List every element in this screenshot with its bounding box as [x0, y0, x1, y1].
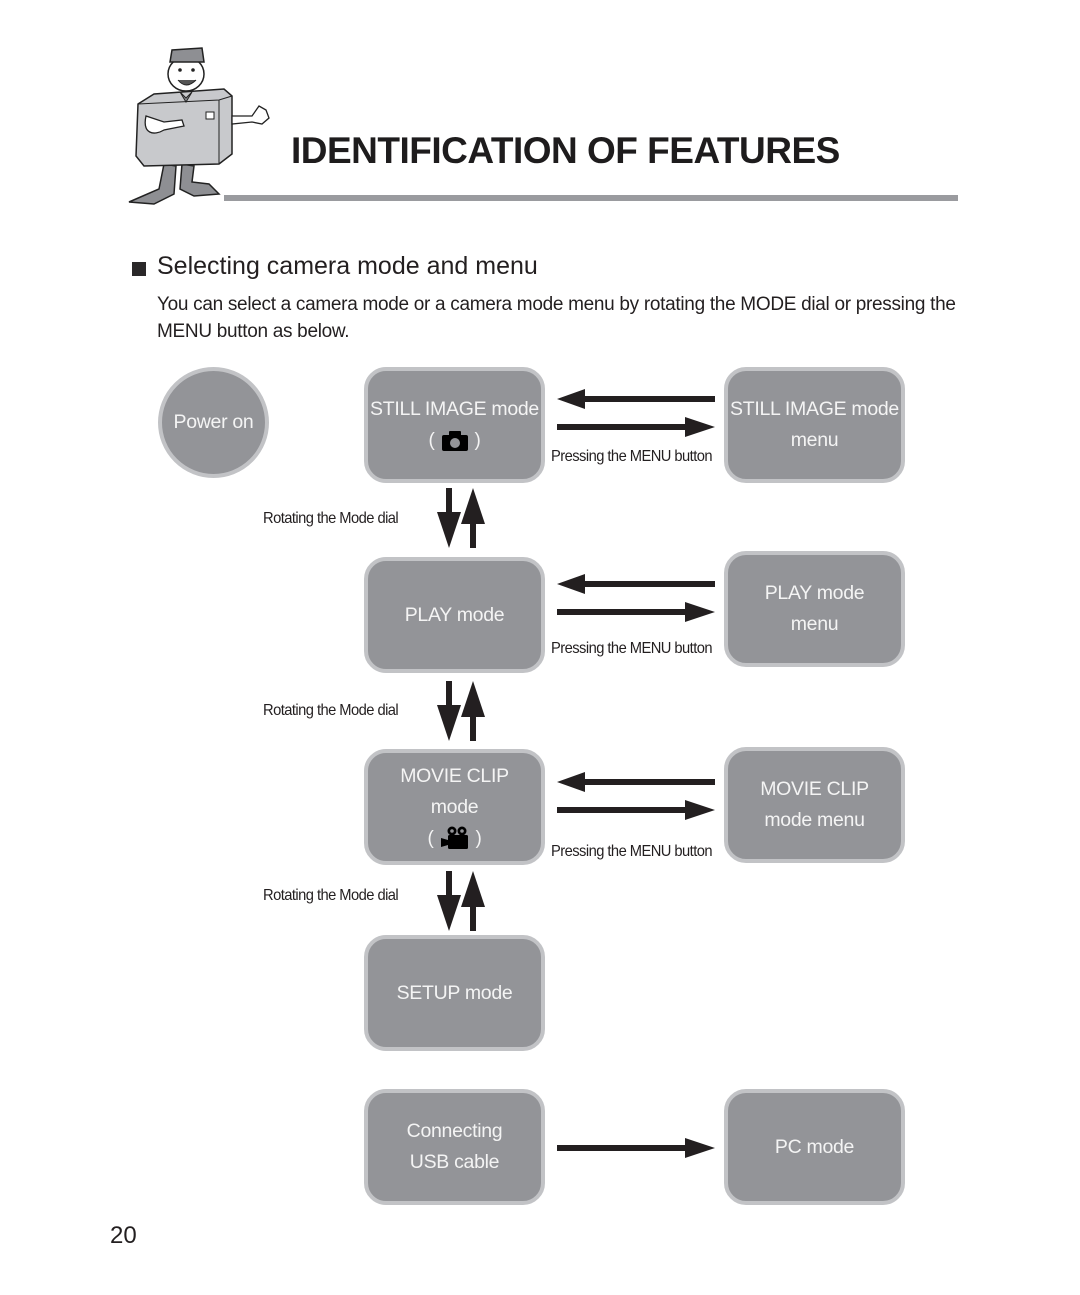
movie-camera-icon [440, 826, 468, 849]
still-image-menu-label-1: STILL IMAGE mode [730, 398, 899, 420]
arrow-left-head [557, 389, 585, 409]
paren-open: ( [428, 430, 435, 451]
menu-arrows-still [557, 389, 715, 437]
section-heading: Selecting camera mode and menu [157, 252, 538, 280]
arrow-right-head [685, 417, 715, 437]
play-menu-box: PLAY mode menu [724, 551, 905, 667]
play-mode-label: PLAY mode [404, 603, 505, 626]
movie-clip-menu-label-1: MOVIE CLIP [760, 778, 869, 800]
camera-mascot-icon [128, 47, 270, 205]
title-divider [224, 195, 958, 201]
power-on-label: Power on [173, 411, 254, 433]
setup-mode-label: SETUP mode [396, 981, 513, 1004]
page-number: 20 [110, 1222, 137, 1249]
dial-action-label-2: Rotating the Mode dial [263, 702, 399, 719]
dial-action-label-1: Rotating the Mode dial [263, 510, 399, 527]
still-image-menu-box: STILL IMAGE mode menu [724, 367, 905, 483]
movie-clip-menu-label-2: mode menu [764, 809, 865, 831]
camera-icon [441, 430, 468, 451]
pc-mode-box: PC mode [724, 1089, 905, 1205]
play-menu-label-2: menu [790, 613, 839, 635]
usb-connection-box: Connecting USB cable [364, 1089, 545, 1205]
movie-clip-menu-box: MOVIE CLIP mode menu [724, 747, 905, 863]
dial-arrows-3 [437, 871, 485, 931]
still-image-mode-box: STILL IMAGE mode ( ) [364, 367, 545, 483]
menu-arrows-play [557, 574, 715, 622]
section-description: You can select a camera mode or a camera… [157, 294, 956, 342]
play-mode-box: PLAY mode [364, 557, 545, 673]
paren-close: ) [474, 430, 481, 451]
section-bullet-icon [132, 262, 146, 276]
menu-action-label-still: Pressing the MENU button [551, 448, 713, 465]
power-on-node: Power on [158, 367, 269, 478]
still-image-menu-label-2: menu [790, 429, 839, 451]
menu-action-label-play: Pressing the MENU button [551, 640, 713, 657]
movie-clip-mode-box: MOVIE CLIP mode ( ) [364, 749, 545, 865]
setup-mode-box: SETUP mode [364, 935, 545, 1051]
menu-action-label-movie: Pressing the MENU button [551, 843, 713, 860]
pc-mode-label: PC mode [774, 1135, 855, 1158]
menu-arrows-movie [557, 772, 715, 820]
usb-label-2: USB cable [409, 1151, 500, 1173]
paren-open: ( [427, 827, 434, 849]
still-image-mode-label: STILL IMAGE mode [370, 398, 539, 420]
paren-close: ) [475, 827, 482, 849]
dial-action-label-3: Rotating the Mode dial [263, 887, 399, 904]
page-title: IDENTIFICATION OF FEATURES [291, 130, 840, 171]
dial-arrows-1 [437, 488, 485, 548]
dial-arrows-2 [437, 681, 485, 741]
arrow-right-shaft [557, 424, 687, 430]
movie-clip-label-2: mode [430, 795, 479, 818]
usb-to-pc-arrow [557, 1138, 715, 1158]
arrow-left-shaft [583, 396, 715, 402]
usb-label-1: Connecting [406, 1120, 503, 1142]
movie-clip-label-1: MOVIE CLIP [400, 764, 509, 787]
play-menu-label-1: PLAY mode [764, 582, 865, 604]
